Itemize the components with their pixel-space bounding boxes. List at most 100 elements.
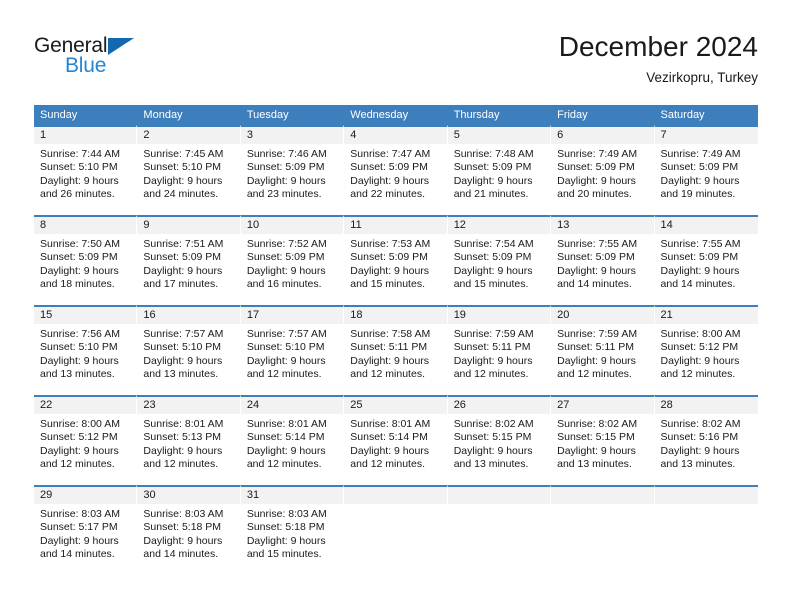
day-details: Sunrise: 7:50 AM Sunset: 5:09 PM Daylight:… [34, 234, 136, 292]
day-cell-container: 15 Sunrise: 7:56 AM Sunset: 5:10 PM Dayligh… [34, 305, 138, 395]
daylight-text-line1: Daylight: 9 hours [246, 174, 326, 187]
daylight-text-line2: and 12 minutes. [40, 458, 115, 471]
day-cell[interactable]: 1 Sunrise: 7:44 AM Sunset: 5:10 PM Daylight… [34, 125, 138, 215]
day-number [344, 487, 447, 504]
day-cell[interactable]: 30 Sunrise: 8:03 AM Sunset: 5:18 PM Dayligh… [137, 485, 241, 575]
sunrise-text: Sunrise: 8:03 AM [143, 508, 224, 520]
week-row: 22 Sunrise: 8:00 AM Sunset: 5:12 PM Dayligh… [34, 395, 758, 485]
sunrise-text: Sunrise: 7:45 AM [143, 148, 224, 160]
day-cell[interactable]: 27 Sunrise: 8:02 AM Sunset: 5:15 PM Dayligh… [551, 395, 655, 485]
day-cell-empty [551, 485, 655, 575]
day-cell[interactable]: 23 Sunrise: 8:01 AM Sunset: 5:13 PM Dayligh… [137, 395, 241, 485]
day-number: 21 [654, 307, 758, 324]
sunrise-text: Sunrise: 7:59 AM [453, 328, 534, 340]
day-cell[interactable]: 31 Sunrise: 8:03 AM Sunset: 5:18 PM Dayligh… [240, 485, 345, 575]
sunrise-text: Sunrise: 8:01 AM [246, 418, 327, 430]
day-number: 27 [551, 397, 654, 414]
day-cell[interactable]: 21 Sunrise: 8:00 AM Sunset: 5:12 PM Dayligh… [654, 305, 758, 395]
sunrise-text: Sunrise: 7:44 AM [40, 148, 120, 160]
sunrise-text: Sunrise: 8:01 AM [143, 418, 224, 430]
day-number: 16 [137, 307, 240, 324]
week-row: 1 Sunrise: 7:44 AM Sunset: 5:10 PM Daylight… [34, 125, 758, 215]
day-cell[interactable]: 9 Sunrise: 7:51 AM Sunset: 5:09 PM Daylight… [137, 215, 241, 305]
day-cell-empty [447, 485, 552, 575]
calendar-head: Sunday Monday Tuesday Wednesday Thursday… [34, 105, 758, 125]
day-cell-container [344, 485, 448, 575]
day-cell[interactable]: 15 Sunrise: 7:56 AM Sunset: 5:10 PM Dayligh… [34, 305, 138, 395]
day-cell[interactable]: 22 Sunrise: 8:00 AM Sunset: 5:12 PM Dayligh… [34, 395, 138, 485]
day-cell[interactable]: 16 Sunrise: 7:57 AM Sunset: 5:10 PM Dayligh… [137, 305, 241, 395]
day-details: Sunrise: 8:02 AM Sunset: 5:15 PM Daylight:… [448, 414, 550, 472]
day-cell[interactable]: 2 Sunrise: 7:45 AM Sunset: 5:10 PM Daylight… [137, 125, 241, 215]
week-row: 15 Sunrise: 7:56 AM Sunset: 5:10 PM Dayligh… [34, 305, 758, 395]
sunrise-text: Sunrise: 8:02 AM [453, 418, 534, 430]
day-number: 11 [344, 217, 447, 234]
day-number: 2 [137, 127, 240, 144]
daylight-text-line2: and 17 minutes. [143, 278, 219, 291]
sunset-text: Sunset: 5:09 PM [660, 161, 739, 174]
day-details: Sunrise: 7:56 AM Sunset: 5:10 PM Daylight:… [34, 324, 136, 382]
day-cell[interactable]: 29 Sunrise: 8:03 AM Sunset: 5:17 PM Dayligh… [34, 485, 138, 575]
day-details: Sunrise: 8:03 AM Sunset: 5:18 PM Daylight:… [137, 504, 239, 562]
day-cell[interactable]: 17 Sunrise: 7:57 AM Sunset: 5:10 PM Dayligh… [240, 305, 345, 395]
day-number [551, 487, 654, 504]
day-cell[interactable]: 26 Sunrise: 8:02 AM Sunset: 5:15 PM Dayligh… [447, 395, 552, 485]
day-cell[interactable]: 10 Sunrise: 7:52 AM Sunset: 5:09 PM Dayligh… [240, 215, 345, 305]
day-number: 18 [344, 307, 447, 324]
day-cell[interactable]: 13 Sunrise: 7:55 AM Sunset: 5:09 PM Dayligh… [551, 215, 655, 305]
calendar-body: 1 Sunrise: 7:44 AM Sunset: 5:10 PM Daylight… [34, 125, 758, 575]
daylight-text-line2: and 20 minutes. [557, 188, 632, 201]
day-cell-container: 24 Sunrise: 8:01 AM Sunset: 5:14 PM Dayligh… [240, 395, 345, 485]
day-details: Sunrise: 7:59 AM Sunset: 5:11 PM Daylight:… [448, 324, 550, 382]
day-cell[interactable]: 7 Sunrise: 7:49 AM Sunset: 5:09 PM Daylight… [654, 125, 758, 215]
day-number: 4 [344, 127, 447, 144]
calendar-grid: Sunday Monday Tuesday Wednesday Thursday… [34, 105, 758, 575]
sunset-text: Sunset: 5:11 PM [453, 341, 531, 354]
day-details [344, 504, 446, 508]
day-cell[interactable]: 4 Sunrise: 7:47 AM Sunset: 5:09 PM Daylight… [344, 125, 448, 215]
day-cell[interactable]: 11 Sunrise: 7:53 AM Sunset: 5:09 PM Dayligh… [344, 215, 448, 305]
weekday-header-friday: Friday [551, 105, 655, 125]
day-cell[interactable]: 25 Sunrise: 8:01 AM Sunset: 5:14 PM Dayligh… [344, 395, 448, 485]
daylight-text-line1: Daylight: 9 hours [350, 174, 430, 187]
day-cell[interactable]: 20 Sunrise: 7:59 AM Sunset: 5:11 PM Dayligh… [551, 305, 655, 395]
sunset-text: Sunset: 5:14 PM [350, 431, 428, 444]
day-cell[interactable]: 12 Sunrise: 7:54 AM Sunset: 5:09 PM Dayligh… [447, 215, 552, 305]
day-cell[interactable]: 19 Sunrise: 7:59 AM Sunset: 5:11 PM Dayligh… [447, 305, 552, 395]
day-details: Sunrise: 8:03 AM Sunset: 5:17 PM Daylight:… [34, 504, 136, 562]
sunrise-text: Sunrise: 7:50 AM [40, 238, 120, 250]
sunset-text: Sunset: 5:15 PM [557, 431, 635, 444]
day-cell[interactable]: 6 Sunrise: 7:49 AM Sunset: 5:09 PM Daylight… [551, 125, 655, 215]
day-cell[interactable]: 24 Sunrise: 8:01 AM Sunset: 5:14 PM Dayligh… [240, 395, 345, 485]
sunrise-text: Sunrise: 7:53 AM [350, 238, 431, 250]
day-number [654, 487, 758, 504]
day-details: Sunrise: 7:48 AM Sunset: 5:09 PM Daylight:… [448, 144, 550, 202]
day-cell[interactable]: 5 Sunrise: 7:48 AM Sunset: 5:09 PM Daylight… [447, 125, 552, 215]
sunrise-text: Sunrise: 7:54 AM [453, 238, 534, 250]
daylight-text-line1: Daylight: 9 hours [143, 534, 223, 547]
day-details: Sunrise: 8:00 AM Sunset: 5:12 PM Daylight:… [34, 414, 136, 472]
weekday-header-thursday: Thursday [447, 105, 552, 125]
sunset-text: Sunset: 5:09 PM [246, 251, 325, 264]
day-cell[interactable]: 3 Sunrise: 7:46 AM Sunset: 5:09 PM Daylight… [240, 125, 345, 215]
weekday-header-wednesday: Wednesday [344, 105, 448, 125]
sunrise-text: Sunrise: 7:58 AM [350, 328, 431, 340]
day-cell-container: 8 Sunrise: 7:50 AM Sunset: 5:09 PM Daylight… [34, 215, 138, 305]
daylight-text-line1: Daylight: 9 hours [453, 264, 533, 277]
sunset-text: Sunset: 5:16 PM [660, 431, 739, 444]
daylight-text-line1: Daylight: 9 hours [557, 264, 636, 277]
daylight-text-line2: and 24 minutes. [143, 188, 219, 201]
daylight-text-line2: and 22 minutes. [350, 188, 425, 201]
page-header: General Blue December 2024 Vezirkopru, T… [34, 30, 758, 96]
day-number: 10 [240, 217, 344, 234]
daylight-text-line1: Daylight: 9 hours [660, 264, 740, 277]
sunrise-text: Sunrise: 8:00 AM [40, 418, 120, 430]
day-cell[interactable]: 14 Sunrise: 7:55 AM Sunset: 5:09 PM Dayligh… [654, 215, 758, 305]
day-cell-container: 26 Sunrise: 8:02 AM Sunset: 5:15 PM Dayligh… [447, 395, 552, 485]
day-cell-container: 30 Sunrise: 8:03 AM Sunset: 5:18 PM Dayligh… [137, 485, 241, 575]
day-cell[interactable]: 8 Sunrise: 7:50 AM Sunset: 5:09 PM Daylight… [34, 215, 138, 305]
day-cell[interactable]: 18 Sunrise: 7:58 AM Sunset: 5:11 PM Dayligh… [344, 305, 448, 395]
day-details: Sunrise: 7:49 AM Sunset: 5:09 PM Daylight:… [551, 144, 653, 202]
day-number: 20 [551, 307, 654, 324]
day-cell[interactable]: 28 Sunrise: 8:02 AM Sunset: 5:16 PM Dayligh… [654, 395, 758, 485]
